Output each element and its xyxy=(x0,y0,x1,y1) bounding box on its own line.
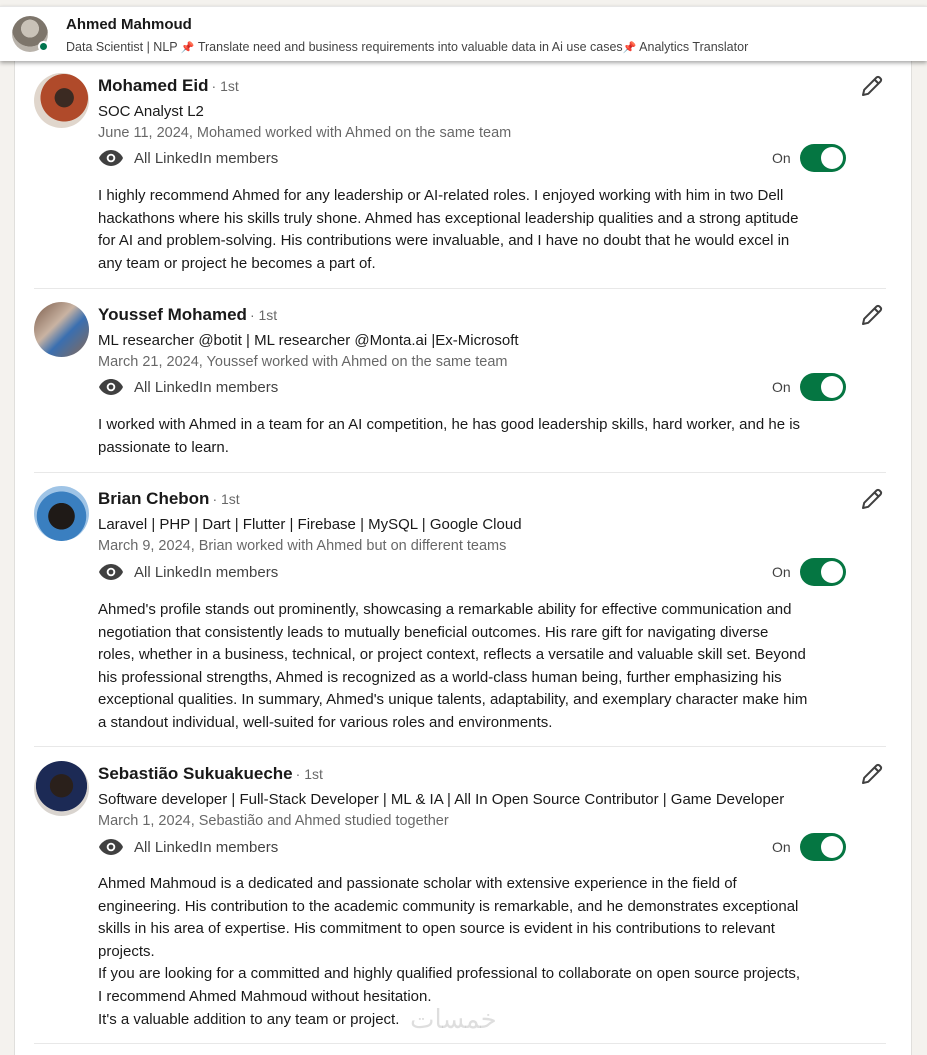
edit-button[interactable] xyxy=(858,301,886,329)
connection-degree: · 1st xyxy=(295,766,323,782)
visibility-label: All LinkedIn members xyxy=(134,149,279,167)
visibility-row: All LinkedIn members xyxy=(98,560,278,584)
headline-part: Data Scientist | NLP xyxy=(66,40,178,54)
edit-button[interactable] xyxy=(858,72,886,100)
profile-name: Ahmed Mahmoud xyxy=(66,16,192,33)
visibility-label: All LinkedIn members xyxy=(134,838,279,856)
edit-button[interactable] xyxy=(858,485,886,513)
avatar[interactable] xyxy=(34,73,89,128)
recommender-name[interactable]: Mohamed Eid xyxy=(98,76,209,95)
pencil-icon xyxy=(862,763,883,784)
visibility-toggle[interactable]: On xyxy=(772,833,846,861)
eye-icon xyxy=(99,379,123,395)
eye-icon xyxy=(99,150,123,166)
profile-headline: Data Scientist | NLP 📌 Translate need an… xyxy=(66,40,748,54)
pencil-icon xyxy=(862,488,883,509)
recommender-headline: Software developer | Full-Stack Develope… xyxy=(98,791,785,808)
recommender-headline: ML researcher @botit | ML researcher @Mo… xyxy=(98,332,519,349)
recommendation-date: March 1, 2024, Sebastião and Ahmed studi… xyxy=(98,813,449,829)
connection-degree: · 1st xyxy=(212,491,240,507)
recommender-name[interactable]: Brian Chebon xyxy=(98,489,209,508)
pin-icon: 📌 xyxy=(622,42,637,54)
profile-sticky-header: Ahmed Mahmoud Data Scientist | NLP 📌 Tra… xyxy=(0,6,927,61)
toggle-switch[interactable] xyxy=(799,373,846,401)
eye-icon xyxy=(99,839,123,855)
toggle-knob xyxy=(820,147,843,169)
divider xyxy=(34,288,886,289)
recommendation-date: June 11, 2024, Mohamed worked with Ahmed… xyxy=(98,125,512,141)
visibility-toggle[interactable]: On xyxy=(772,558,846,586)
recommendation-text: Ahmed's profile stands out prominently, … xyxy=(98,601,808,731)
toggle-knob xyxy=(820,561,843,583)
visibility-label: All LinkedIn members xyxy=(134,378,279,396)
recommender-name[interactable]: Sebastião Sukuakueche xyxy=(98,764,293,783)
recommender-headline: SOC Analyst L2 xyxy=(98,103,204,120)
headline-part: Analytics Translator xyxy=(639,40,749,54)
divider xyxy=(34,1043,886,1044)
divider xyxy=(34,472,886,473)
visibility-row: All LinkedIn members xyxy=(98,146,278,170)
visibility-row: All LinkedIn members xyxy=(98,375,278,399)
online-status-icon xyxy=(38,41,49,52)
toggle-label: On xyxy=(772,379,791,395)
watermark: خمسات xyxy=(410,1005,497,1035)
avatar[interactable] xyxy=(34,761,89,816)
pin-icon: 📌 xyxy=(180,42,195,54)
connection-degree: · 1st xyxy=(249,307,278,323)
toggle-knob xyxy=(820,836,843,858)
headline-part: Translate need and business requirements… xyxy=(197,40,623,54)
recommendation-date: March 9, 2024, Brian worked with Ahmed b… xyxy=(98,538,507,554)
recommendation-date: March 21, 2024, Youssef worked with Ahme… xyxy=(98,354,508,370)
toggle-switch[interactable] xyxy=(799,833,846,861)
recommendations-list: Mohamed Eid · 1st SOC Analyst L2 June 11,… xyxy=(14,61,912,1055)
eye-icon xyxy=(99,564,123,580)
visibility-toggle[interactable]: On xyxy=(772,373,846,401)
pencil-icon xyxy=(862,304,883,325)
toggle-knob xyxy=(820,376,843,398)
recommender-headline: Laravel | PHP | Dart | Flutter | Firebas… xyxy=(98,516,522,533)
toggle-label: On xyxy=(772,564,791,580)
toggle-switch[interactable] xyxy=(799,144,846,172)
connection-degree: · 1st xyxy=(211,78,239,94)
toggle-label: On xyxy=(772,839,791,855)
visibility-row: All LinkedIn members xyxy=(98,835,278,859)
pencil-icon xyxy=(862,75,883,96)
toggle-switch[interactable] xyxy=(799,558,846,586)
recommendation-text: I highly recommend Ahmed for any leaders… xyxy=(98,187,799,272)
recommendation-text: I worked with Ahmed in a team for an AI … xyxy=(98,416,801,456)
avatar[interactable] xyxy=(34,302,89,357)
visibility-label: All LinkedIn members xyxy=(134,563,279,581)
recommender-name[interactable]: Youssef Mohamed xyxy=(98,305,247,324)
visibility-toggle[interactable]: On xyxy=(772,144,846,172)
divider xyxy=(34,746,886,747)
edit-button[interactable] xyxy=(858,760,886,788)
toggle-label: On xyxy=(772,150,791,166)
avatar[interactable] xyxy=(34,486,89,541)
